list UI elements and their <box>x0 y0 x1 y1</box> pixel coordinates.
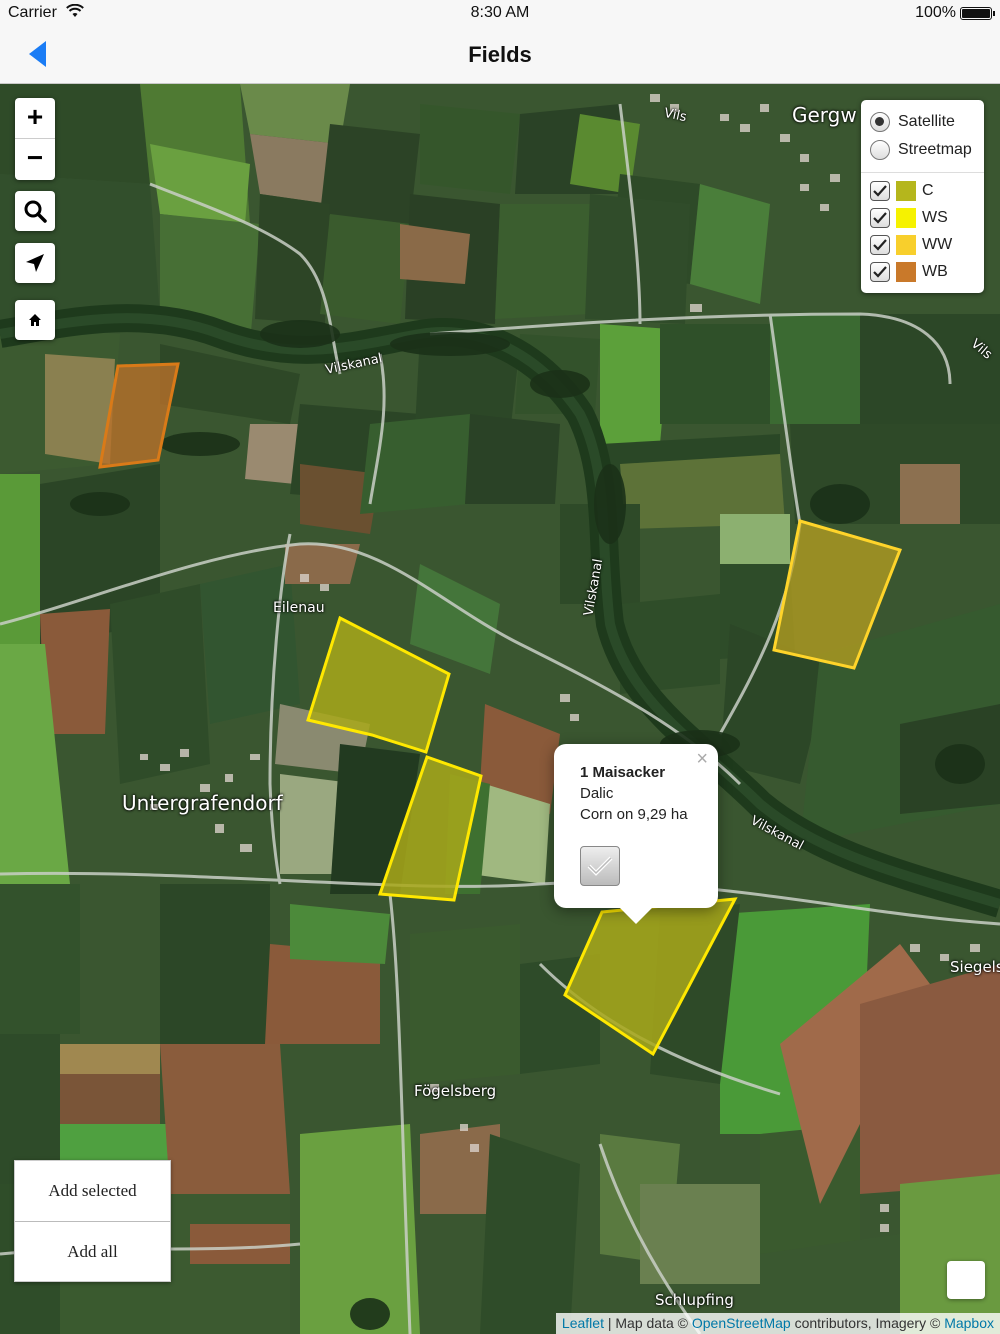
popup-close-button[interactable]: × <box>696 748 708 771</box>
checkbox-wb[interactable] <box>870 262 890 282</box>
leaflet-link[interactable]: Leaflet <box>562 1315 604 1331</box>
field-description: Corn on 9,29 ha <box>580 806 688 823</box>
layer-divider <box>861 172 984 173</box>
map-view[interactable]: Gergw Vils Vils Vilskanal Vilskanal Vils… <box>0 84 1000 1334</box>
add-fields-panel: Add selected Add all <box>14 1160 171 1282</box>
clock: 8:30 AM <box>470 4 530 21</box>
search-icon <box>24 200 47 223</box>
field-variety: Dalic <box>580 785 614 802</box>
osm-link[interactable]: OpenStreetMap <box>692 1315 791 1331</box>
checkbox-ww[interactable] <box>870 235 890 255</box>
label-untergrafendorf: Untergrafendorf <box>122 791 283 815</box>
checkbox-ws[interactable] <box>870 208 890 228</box>
label-fogelsberg: Fögelsberg <box>414 1082 497 1100</box>
satellite-imagery <box>0 84 1000 1334</box>
base-layer-streetmap[interactable]: Streetmap <box>870 138 972 162</box>
radio-satellite[interactable] <box>870 112 890 132</box>
page-title: Fields <box>468 42 532 67</box>
select-field-button[interactable] <box>580 846 620 886</box>
add-all-button[interactable]: Add all <box>15 1222 170 1283</box>
add-selected-button[interactable]: Add selected <box>15 1161 170 1222</box>
radio-streetmap[interactable] <box>870 140 890 160</box>
overlay-ws[interactable]: WS <box>870 206 948 230</box>
zoom-out-button[interactable]: − <box>15 139 55 180</box>
locate-button[interactable] <box>15 243 55 283</box>
label-gergw: Gergw <box>792 103 857 127</box>
layer-label: WB <box>922 263 948 280</box>
layer-control: Satellite Streetmap C WS WW WB <box>861 100 984 293</box>
base-layer-satellite[interactable]: Satellite <box>870 110 955 134</box>
checkbox-c[interactable] <box>870 181 890 201</box>
location-arrow-icon <box>26 254 44 272</box>
checkmark-icon <box>587 856 613 876</box>
overlay-c[interactable]: C <box>870 179 934 203</box>
map-attribution: Leaflet | Map data © OpenStreetMap contr… <box>555 1313 1000 1334</box>
label-eilenau: Eilenau <box>273 600 325 616</box>
home-icon <box>29 314 41 326</box>
zoom-in-button[interactable]: + <box>15 98 55 139</box>
layer-label: C <box>922 182 934 199</box>
label-siegels: Siegels <box>950 958 1000 976</box>
status-bar: Carrier 8:30 AM 100% <box>0 0 1000 26</box>
zoom-control: + − <box>15 98 55 180</box>
label-schlupfing: Schlupfing <box>655 1291 734 1309</box>
swatch-c <box>896 181 916 201</box>
layer-label: Satellite <box>898 113 955 130</box>
field-popup: × 1 Maisacker Dalic Corn on 9,29 ha <box>554 744 718 924</box>
swatch-ws <box>896 208 916 228</box>
overlay-wb[interactable]: WB <box>870 260 948 284</box>
navigation-bar: Fields <box>0 26 1000 84</box>
swatch-wb <box>896 262 916 282</box>
checkmark-icon <box>873 239 887 251</box>
corner-button[interactable] <box>947 1261 985 1299</box>
checkmark-icon <box>873 212 887 224</box>
layer-label: WW <box>922 236 953 253</box>
overlay-ww[interactable]: WW <box>870 233 952 257</box>
field-name: 1 Maisacker <box>580 764 666 781</box>
layer-label: Streetmap <box>898 141 972 158</box>
mapbox-link[interactable]: Mapbox <box>944 1315 994 1331</box>
swatch-ww <box>896 235 916 255</box>
home-button[interactable] <box>15 300 55 340</box>
checkmark-icon <box>873 266 887 278</box>
layer-label: WS <box>922 209 948 226</box>
checkmark-icon <box>873 185 887 197</box>
battery-icon <box>960 7 995 20</box>
search-button[interactable] <box>15 191 55 231</box>
battery-percent: 100% <box>915 4 956 21</box>
